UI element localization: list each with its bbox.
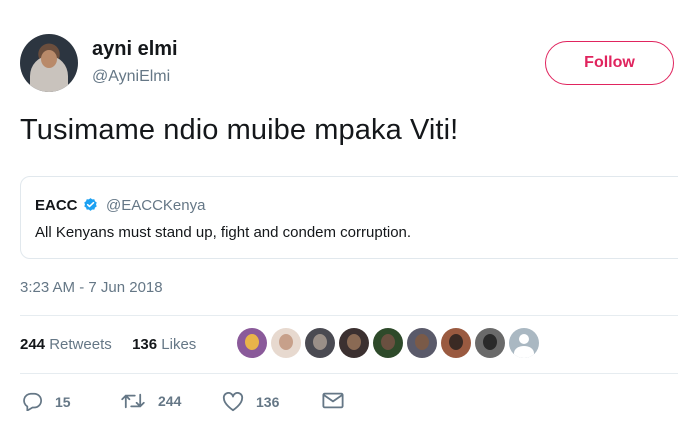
verified-badge-icon xyxy=(84,198,97,211)
liker-face xyxy=(381,334,395,350)
quoted-user-handle: @EACCKenya xyxy=(106,197,206,214)
like-action[interactable]: 136 xyxy=(222,392,279,412)
liker-avatar-4[interactable] xyxy=(339,328,369,358)
follow-button[interactable]: Follow xyxy=(545,41,674,85)
avatar-face xyxy=(41,50,57,68)
engagement-stats: 244 Retweets 136 Likes xyxy=(20,336,196,353)
reply-icon xyxy=(23,392,42,411)
tweet-text: Tusimame ndio muibe mpaka Viti! xyxy=(20,114,459,146)
retweet-icon xyxy=(121,393,145,409)
retweets-count: 244 xyxy=(20,336,46,353)
user-display-name[interactable]: ayni elmi xyxy=(92,38,178,61)
liker-avatar-2[interactable] xyxy=(271,328,301,358)
direct-message-action[interactable] xyxy=(322,392,344,409)
tweet-card: ayni elmi @AyniElmi Follow Tusimame ndio… xyxy=(0,0,678,440)
reply-action[interactable]: 15 xyxy=(22,392,71,411)
likes-stat[interactable]: 136 Likes xyxy=(132,336,196,353)
quoted-user-name: EACC xyxy=(35,197,78,214)
liker-face xyxy=(449,334,463,350)
liker-face xyxy=(347,334,361,350)
liker-avatar-1[interactable] xyxy=(237,328,267,358)
retweet-action[interactable]: 244 xyxy=(120,392,181,410)
liker-face xyxy=(483,334,497,350)
retweet-count: 244 xyxy=(158,393,182,409)
like-count: 136 xyxy=(256,394,280,410)
envelope-icon xyxy=(322,392,344,409)
default-avatar-body xyxy=(514,346,534,358)
divider xyxy=(20,373,678,374)
liker-avatar-6[interactable] xyxy=(407,328,437,358)
likes-label: Likes xyxy=(161,336,197,353)
heart-icon xyxy=(222,392,244,412)
liker-avatar-7[interactable] xyxy=(441,328,471,358)
liker-face xyxy=(313,334,327,350)
likes-count: 136 xyxy=(132,336,158,353)
retweets-stat[interactable]: 244 Retweets xyxy=(20,336,112,353)
liker-face xyxy=(279,334,293,350)
liker-avatar-3[interactable] xyxy=(305,328,335,358)
default-avatar-head xyxy=(519,334,529,344)
quoted-tweet[interactable]: EACC @EACCKenya All Kenyans must stand u… xyxy=(20,176,678,259)
divider xyxy=(20,315,678,316)
liker-face xyxy=(245,334,259,350)
default-avatar[interactable] xyxy=(509,328,539,358)
retweets-label: Retweets xyxy=(49,336,112,353)
liker-face xyxy=(415,334,429,350)
quoted-tweet-text: All Kenyans must stand up, fight and con… xyxy=(35,224,412,241)
tweet-timestamp[interactable]: 3:23 AM - 7 Jun 2018 xyxy=(20,279,163,296)
reply-count: 15 xyxy=(55,393,71,410)
liker-avatar-8[interactable] xyxy=(475,328,505,358)
user-avatar[interactable] xyxy=(20,34,78,92)
liker-avatar-5[interactable] xyxy=(373,328,403,358)
likers-avatar-row xyxy=(237,328,539,358)
user-handle[interactable]: @AyniElmi xyxy=(92,68,170,86)
